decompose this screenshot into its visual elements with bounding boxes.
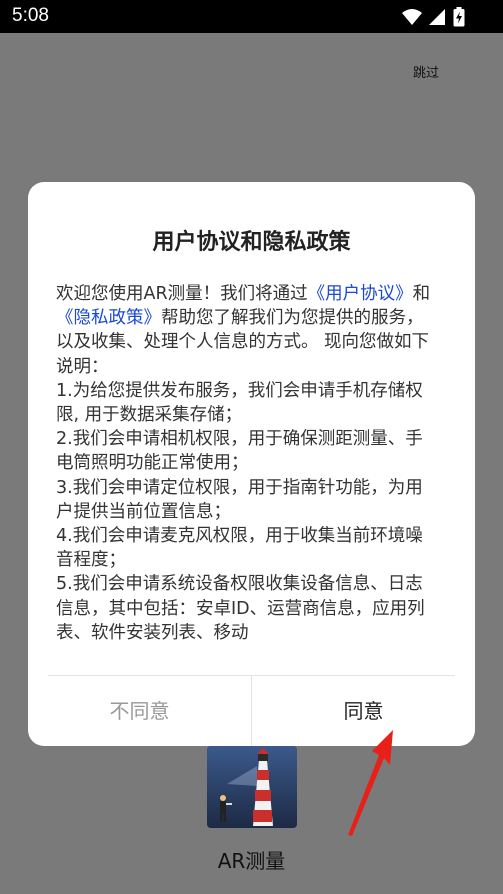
dialog-title: 用户协议和隐私政策 (152, 230, 351, 255)
dialog-body[interactable]: 欢迎您使用AR测量！我们将通过《用户协议》和《隐私政策》帮助您了解我们为您提供的… (56, 282, 440, 648)
intro-text-1: 欢迎您使用AR测量！我们将通过 (56, 284, 308, 304)
permission-item: 1.为给您提供发布服务，我们会申请手机存储权限, 用于数据采集存储； (56, 380, 423, 426)
permission-item: 2.我们会申请相机权限，用于确保测距测量、手电筒照明功能正常使用； (56, 429, 423, 474)
permission-item: 3.我们会申请定位权限，用于指南针功能，为用户提供当前位置信息； (56, 477, 423, 522)
privacy-policy-link[interactable]: 《隐私政策》 (56, 308, 161, 328)
disagree-button[interactable]: 不同意 (28, 676, 251, 746)
status-time: 5:08 (12, 5, 49, 26)
lighthouse-app-icon[interactable] (207, 746, 297, 828)
wifi-icon (402, 9, 422, 25)
intro-paragraph: 欢迎您使用AR测量！我们将通过《用户协议》和《隐私政策》帮助您了解我们为您提供的… (56, 282, 440, 379)
skip-button[interactable]: 跳过 (413, 62, 439, 81)
intro-text-2: 和 (412, 284, 431, 304)
privacy-dialog: 用户协议和隐私政策 欢迎您使用AR测量！我们将通过《用户协议》和《隐私政策》帮助… (28, 182, 475, 746)
permission-item: 5.我们会申请系统设备权限收集设备信息、日志信息，其中包括：安卓ID、运营商信息… (56, 574, 425, 643)
signal-icon (429, 9, 445, 25)
permission-item: 4.我们会申请麦克风权限，用于收集当前环境噪音程度； (56, 526, 423, 571)
pointer-arrow-icon (348, 730, 393, 836)
status-icons (401, 7, 465, 27)
user-agreement-link[interactable]: 《用户协议》 (308, 284, 413, 304)
battery-charging-icon (453, 7, 465, 27)
app-name: AR测量 (217, 849, 286, 873)
status-bar: 5:08 (0, 0, 503, 33)
